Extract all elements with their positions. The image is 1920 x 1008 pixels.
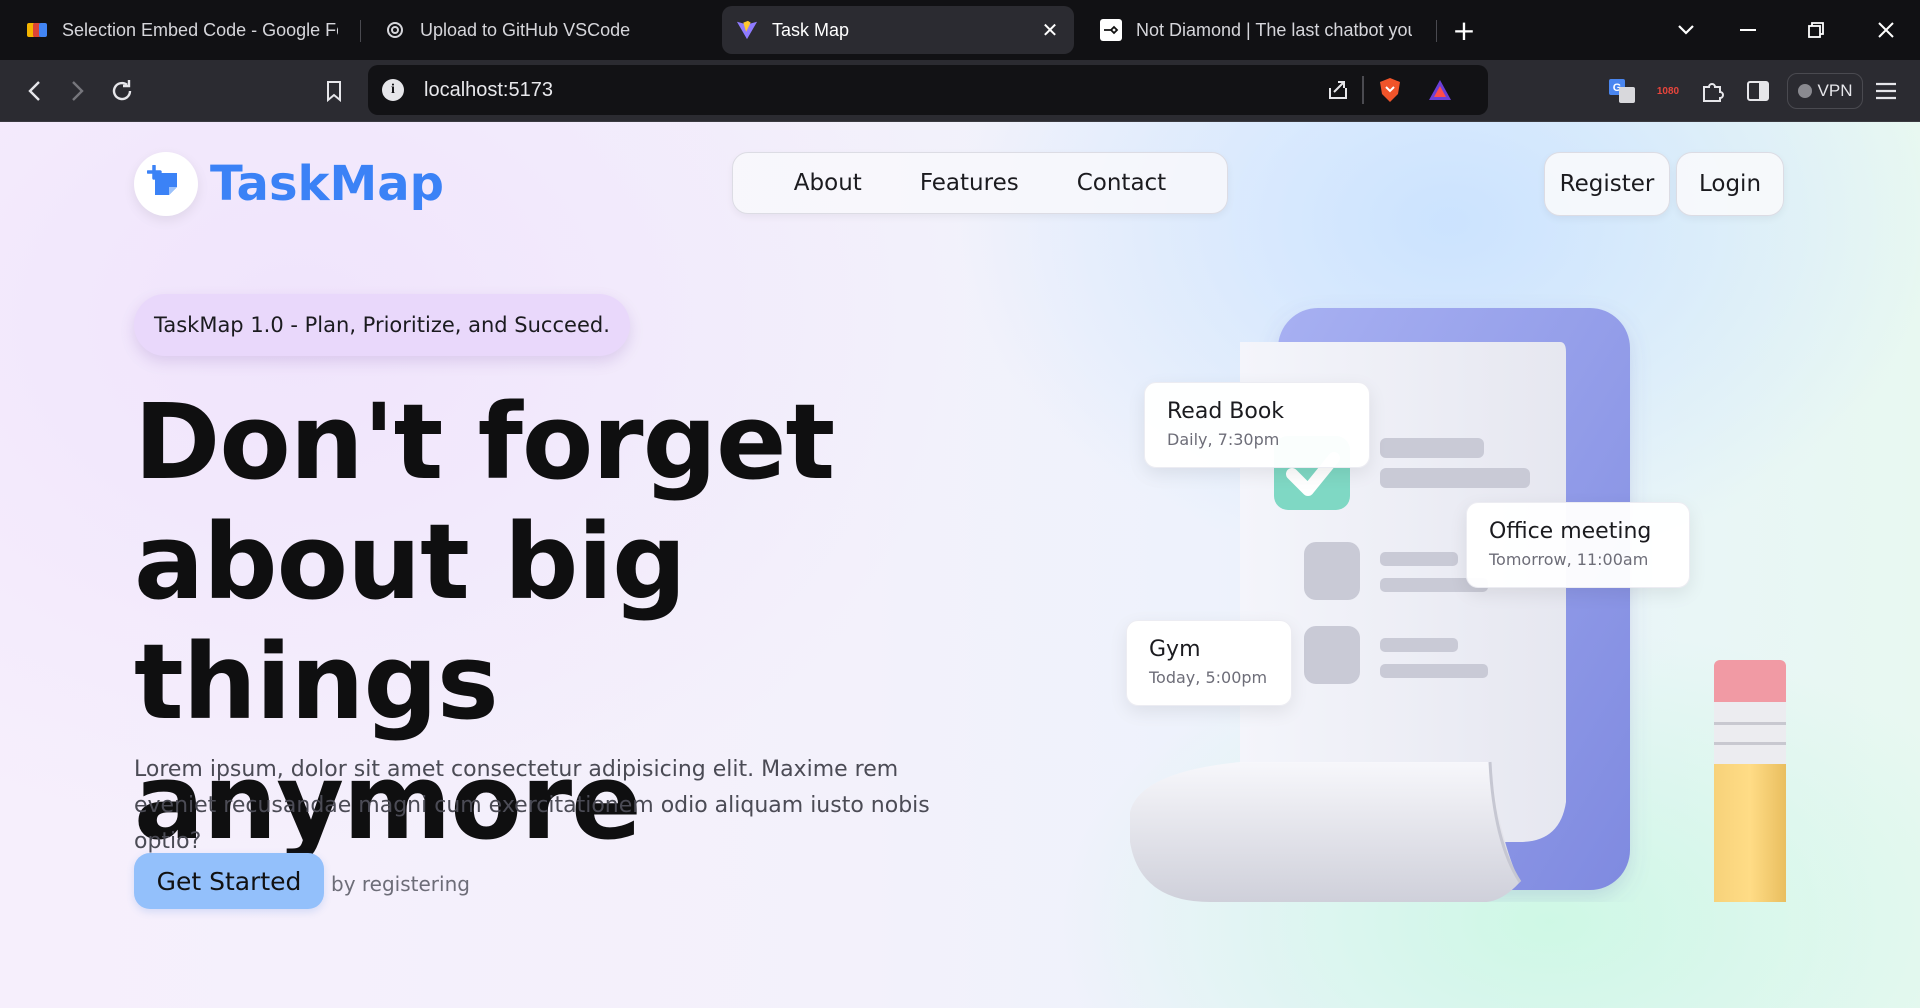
logo-text: TaskMap: [210, 156, 444, 212]
browser-tab-strip: Selection Embed Code - Google For Upload…: [0, 0, 1920, 60]
address-bar[interactable]: i localhost:5173: [368, 65, 1488, 115]
register-button[interactable]: Register: [1544, 152, 1670, 216]
brave-shields-icon[interactable]: [1376, 76, 1404, 104]
forward-arrow-icon[interactable]: [60, 73, 96, 109]
sticky-note-plus-icon: [147, 165, 177, 195]
headline-line: about big: [134, 501, 687, 623]
reload-icon[interactable]: [104, 73, 140, 109]
site-logo[interactable]: TaskMap: [134, 152, 444, 216]
menu-hamburger-icon[interactable]: [1870, 75, 1902, 107]
pencil-graphic: [1714, 660, 1786, 1008]
extensions-puzzle-icon[interactable]: [1696, 75, 1728, 107]
hero-description: Lorem ipsum, dolor sit amet consectetur …: [134, 757, 930, 854]
browser-toolbar: i localhost:5173 G 1080 VPN: [0, 60, 1920, 122]
hero-illustration: Read Book Daily, 7:30pm Office meeting T…: [1100, 282, 1820, 1008]
task-card-gym: Gym Today, 5:00pm: [1126, 620, 1292, 706]
resolution-extension-icon[interactable]: 1080: [1650, 75, 1686, 107]
vite-icon: [736, 19, 758, 41]
tab-title: Task Map: [772, 19, 850, 40]
login-button[interactable]: Login: [1676, 152, 1784, 216]
tab-title: Not Diamond | The last chatbot you: [1136, 19, 1412, 40]
cta-note: by registering: [331, 872, 470, 896]
nav-features-link[interactable]: Features: [920, 170, 1019, 196]
task-card-read-book: Read Book Daily, 7:30pm: [1144, 382, 1370, 468]
vpn-status-icon: [1797, 84, 1812, 98]
not-diamond-icon: [1100, 19, 1122, 41]
site-info-icon[interactable]: i: [382, 79, 404, 101]
task-time: Today, 5:00pm: [1149, 668, 1268, 687]
page-viewport: TaskMap About Features Contact Register …: [0, 122, 1920, 1008]
nav-about-link[interactable]: About: [794, 170, 862, 196]
task-title: Office meeting: [1489, 519, 1652, 544]
get-started-button[interactable]: Get Started: [134, 853, 324, 909]
extension-badge: 1080: [1656, 85, 1680, 97]
headline-line: Don't forget: [134, 381, 835, 503]
tab-title: Upload to GitHub VSCode: [420, 19, 631, 40]
checklist-clipboard-illustration: [1130, 308, 1786, 1008]
task-card-office-meeting: Office meeting Tomorrow, 11:00am: [1466, 502, 1690, 588]
task-title: Read Book: [1167, 399, 1285, 424]
task-title: Gym: [1149, 637, 1201, 662]
chatgpt-icon: [384, 19, 406, 41]
tab-not-diamond[interactable]: Not Diamond | The last chatbot you: [1086, 6, 1426, 54]
vpn-button[interactable]: VPN: [1787, 73, 1863, 109]
tab-divider: [1436, 20, 1437, 42]
url-text: localhost:5173: [424, 78, 553, 101]
logo-badge: [134, 152, 198, 216]
google-sites-icon: [26, 19, 48, 41]
brave-rewards-icon[interactable]: [1426, 76, 1454, 104]
new-tab-plus-icon[interactable]: +: [1446, 12, 1482, 48]
bookmark-icon[interactable]: [316, 73, 352, 109]
tab-selection-embed-code[interactable]: Selection Embed Code - Google For: [12, 6, 352, 54]
back-arrow-icon[interactable]: [16, 73, 52, 109]
tab-search-chevron-icon[interactable]: [1668, 12, 1704, 48]
task-time: Tomorrow, 11:00am: [1489, 550, 1649, 569]
share-icon[interactable]: [1324, 76, 1352, 104]
tab-task-map[interactable]: Task Map ✕: [722, 6, 1074, 54]
tab-divider: [360, 20, 361, 42]
close-window-icon[interactable]: [1868, 12, 1904, 48]
sidebar-toggle-icon[interactable]: [1742, 75, 1774, 107]
main-nav: About Features Contact: [732, 152, 1228, 214]
tab-upload-to-github[interactable]: Upload to GitHub VSCode: [370, 6, 710, 54]
version-tagline-badge: TaskMap 1.0 - Plan, Prioritize, and Succ…: [134, 294, 630, 356]
divider: [1362, 76, 1364, 104]
task-time: Daily, 7:30pm: [1167, 430, 1280, 449]
close-tab-icon[interactable]: ✕: [1040, 20, 1060, 42]
nav-contact-link[interactable]: Contact: [1077, 170, 1166, 196]
vpn-label: VPN: [1817, 81, 1853, 100]
google-translate-icon[interactable]: G: [1606, 75, 1638, 107]
tab-title: Selection Embed Code - Google For: [62, 19, 338, 40]
minimize-window-icon[interactable]: [1730, 12, 1766, 48]
restore-window-icon[interactable]: [1798, 12, 1834, 48]
